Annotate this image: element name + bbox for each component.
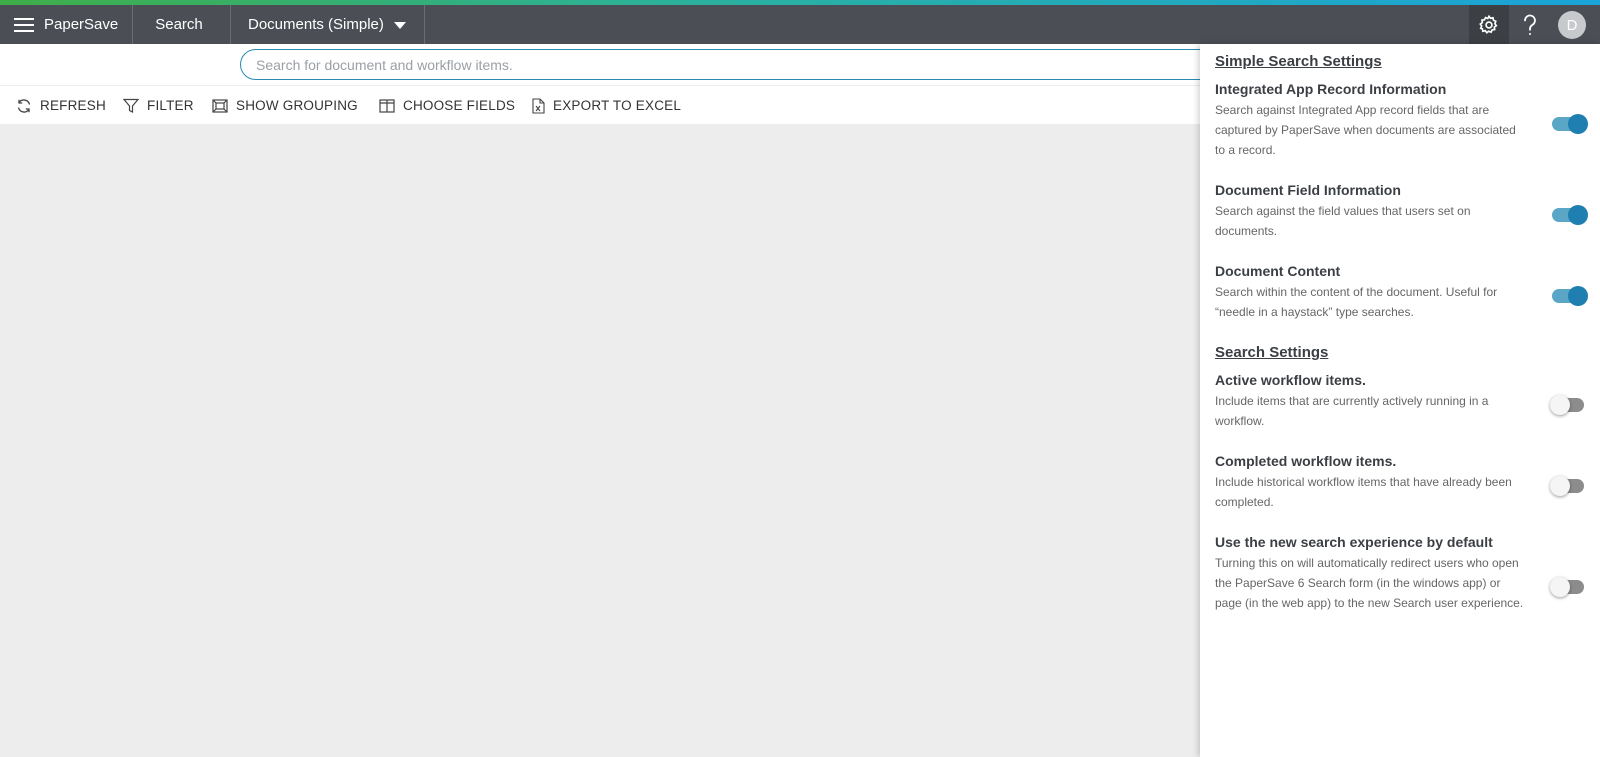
help-icon [1524,14,1536,35]
toggle-active-workflow[interactable] [1550,395,1584,415]
option-title-document-content: Document Content [1215,263,1341,279]
settings-button[interactable] [1469,5,1509,44]
toggle-completed-workflow[interactable] [1550,476,1584,496]
grouping-icon [212,98,228,113]
toggle-document-field[interactable] [1552,205,1588,225]
gear-icon [1479,14,1498,34]
export-to-excel-button[interactable]: EXPORT TO EXCEL [532,86,681,125]
show-grouping-button[interactable]: SHOW GROUPING [212,86,358,125]
option-desc-new-search-experience: Turning this on will automatically redir… [1215,556,1524,610]
search-settings-panel: Simple Search Settings Integrated App Re… [1200,44,1600,757]
brand-logo-text[interactable]: PaperSave [44,5,118,44]
option-desc-document-field: Search against the field values that use… [1215,204,1471,238]
option-desc-integrated-app: Search against Integrated App record fie… [1215,103,1516,157]
simple-search-settings-heading: Simple Search Settings [1215,53,1382,70]
menu-icon[interactable] [14,5,36,44]
option-title-document-field: Document Field Information [1215,182,1401,198]
search-settings-heading: Search Settings [1215,344,1329,361]
option-title-completed-workflow: Completed workflow items. [1215,453,1397,469]
nav-search-label: Search [155,16,203,33]
top-navigation-bar: PaperSave Search Documents (Simple) D [0,5,1600,44]
toggle-integrated-app[interactable] [1552,114,1588,134]
option-desc-active-workflow: Include items that are currently activel… [1215,394,1489,428]
choose-fields-button[interactable]: CHOOSE FIELDS [379,86,515,125]
option-title-integrated-app: Integrated App Record Information [1215,81,1447,97]
chevron-down-icon [393,22,406,29]
documents-view-dropdown[interactable]: Documents (Simple) [227,5,424,44]
toggle-document-content[interactable] [1552,286,1588,306]
show-grouping-label: SHOW GROUPING [236,98,358,113]
toggle-knob [1550,395,1570,415]
toggle-knob [1568,114,1588,134]
filter-icon [123,98,139,113]
columns-icon [379,98,395,113]
help-button[interactable] [1510,5,1550,44]
refresh-label: REFRESH [40,98,106,113]
toggle-knob [1550,577,1570,597]
search-input[interactable] [240,49,1220,80]
avatar[interactable]: D [1558,11,1586,39]
toggle-knob [1568,286,1588,306]
filter-label: FILTER [147,98,194,113]
option-title-new-search-experience: Use the new search experience by default [1215,534,1493,550]
toggle-knob [1550,476,1570,496]
toggle-knob [1568,205,1588,225]
refresh-icon [17,98,31,113]
toggle-new-search-experience[interactable] [1550,577,1584,597]
refresh-button[interactable]: REFRESH [16,86,106,125]
option-title-active-workflow: Active workflow items. [1215,372,1366,388]
choose-fields-label: CHOOSE FIELDS [403,98,516,113]
option-desc-document-content: Search within the content of the documen… [1215,285,1498,319]
excel-file-icon [532,97,545,114]
export-to-excel-label: EXPORT TO EXCEL [553,98,682,113]
filter-button[interactable]: FILTER [123,86,194,125]
documents-view-label: Documents (Simple) [248,16,384,33]
nav-search-link[interactable]: Search [131,5,227,44]
option-desc-completed-workflow: Include historical workflow items that h… [1215,475,1512,509]
divider [424,5,425,44]
